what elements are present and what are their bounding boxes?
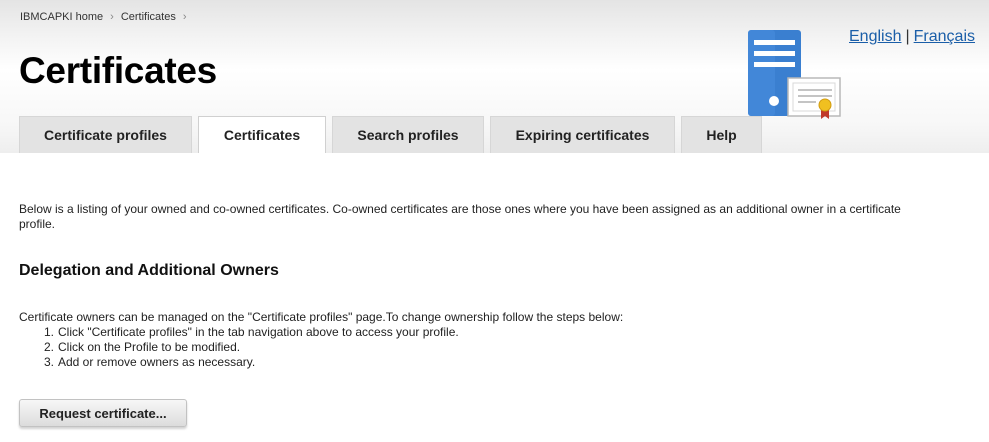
tab-certificate-profiles[interactable]: Certificate profiles (19, 116, 192, 153)
step-text: Click on the Profile to be modified. (58, 340, 241, 354)
tab-navigation: Certificate profiles Certificates Search… (19, 116, 768, 153)
breadcrumb-home-link[interactable]: IBMCAPKI home (20, 11, 103, 23)
owners-description: Certificate owners can be managed on the… (19, 310, 624, 324)
page-title: Certificates (19, 50, 217, 91)
tab-search-profiles[interactable]: Search profiles (332, 116, 484, 153)
language-french-link[interactable]: Français (914, 28, 975, 45)
server-certificate-icon (748, 30, 841, 119)
tab-help[interactable]: Help (681, 116, 762, 153)
step-text: Add or remove owners as necessary. (58, 355, 256, 369)
step-text: Click "Certificate profiles" in the tab … (58, 325, 459, 339)
breadcrumb-separator-icon: › (182, 11, 187, 23)
tab-expiring-certificates[interactable]: Expiring certificates (490, 116, 675, 153)
breadcrumb-certificates-link[interactable]: Certificates (121, 11, 176, 23)
list-item: 1. Click "Certificate profiles" in the ta… (44, 325, 919, 340)
request-certificate-button[interactable]: Request certificate... (19, 399, 187, 427)
breadcrumb-separator-icon: › (110, 11, 114, 23)
step-number: 1. (44, 325, 55, 339)
language-switcher: English | Français (849, 28, 975, 46)
section-heading: Delegation and Additional Owners (19, 262, 279, 279)
step-number: 2. (44, 340, 55, 354)
main-content: Below is a listing of your owned and co-… (19, 202, 919, 370)
tab-certificates[interactable]: Certificates (198, 116, 326, 153)
steps-list: 1. Click "Certificate profiles" in the ta… (44, 325, 919, 370)
step-number: 3. (44, 355, 55, 369)
intro-text: Below is a listing of your owned and co-… (19, 202, 901, 231)
list-item: 3. Add or remove owners as necessary. (44, 355, 919, 370)
page-header: IBMCAPKI home › Certificates › Certifica… (0, 0, 989, 153)
list-item: 2. Click on the Profile to be modified. (44, 340, 919, 355)
language-separator: | (905, 28, 910, 45)
language-english-link[interactable]: English (849, 28, 901, 45)
breadcrumb: IBMCAPKI home › Certificates › (20, 11, 194, 23)
